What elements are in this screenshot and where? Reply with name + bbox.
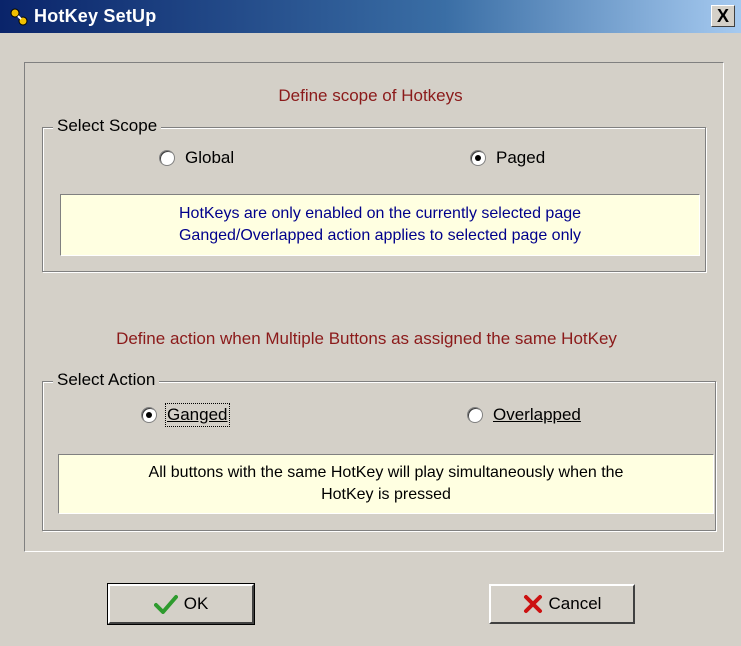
hotkey-setup-dialog: HotKey SetUp X Define scope of Hotkeys S… (0, 0, 741, 646)
ok-label: OK (183, 594, 209, 613)
scope-info-line-1: HotKeys are only enabled on the currentl… (178, 205, 582, 222)
action-overlapped-radio[interactable] (467, 407, 483, 423)
scope-heading: Define scope of Hotkeys (278, 86, 463, 105)
action-ganged-radio[interactable] (141, 407, 157, 423)
action-ganged-label: Ganged (165, 403, 230, 427)
close-icon: X (716, 6, 729, 26)
scope-global-label: Global (185, 148, 235, 167)
scope-paged-radio[interactable] (470, 150, 486, 166)
action-info-box: All buttons with the same HotKey will pl… (58, 454, 714, 514)
action-overlapped-option[interactable]: Overlapped (467, 405, 581, 425)
scope-info-line-2: Ganged/Overlapped action applies to sele… (178, 227, 582, 244)
app-icon (8, 6, 30, 28)
action-heading: Define action when Multiple Buttons as a… (116, 329, 617, 348)
action-overlapped-label: Overlapped (493, 405, 581, 424)
cancel-label: Cancel (548, 594, 602, 613)
ok-button[interactable]: OK (107, 583, 255, 625)
cancel-button[interactable]: Cancel (489, 584, 635, 624)
window-title: HotKey SetUp (34, 6, 157, 26)
close-button[interactable]: X (711, 5, 735, 27)
x-mark-icon (523, 595, 542, 613)
scope-paged-label: Paged (496, 148, 546, 167)
action-info-line-2: HotKey is pressed (321, 486, 451, 503)
scope-global-radio[interactable] (159, 150, 175, 166)
select-action-legend: Select Action (53, 370, 160, 390)
checkmark-icon (153, 595, 178, 614)
select-scope-legend: Select Scope (53, 116, 162, 136)
scope-info-box: HotKeys are only enabled on the currentl… (60, 194, 700, 256)
action-info-line-1: All buttons with the same HotKey will pl… (148, 464, 624, 481)
scope-paged-option[interactable]: Paged (470, 148, 545, 168)
action-ganged-option[interactable]: Ganged (141, 403, 230, 427)
title-bar[interactable]: HotKey SetUp X (0, 0, 741, 33)
scope-global-option[interactable]: Global (159, 148, 234, 168)
